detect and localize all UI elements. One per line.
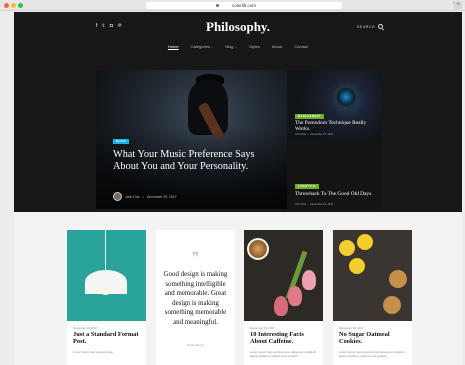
address-bar[interactable]: colorlib.com xyxy=(146,2,342,9)
post-meta: John Doe – December 27, 2017 xyxy=(295,133,334,136)
website: f 𝕥 ◘ ℗ Philosophy. SEARCH Home Categori… xyxy=(14,12,462,365)
author-name: John Doe xyxy=(295,203,307,206)
post-thumbnail-lamp[interactable] xyxy=(67,230,146,321)
camera-lens-image xyxy=(333,84,359,110)
post-excerpt: Lorem ipsum Sed eiusmod esse xyxy=(73,350,113,354)
side-post-title[interactable]: Throwback To The Good Old Days. xyxy=(295,191,377,197)
chevron-down-icon: ⌄ xyxy=(210,45,214,49)
category-badge[interactable]: MUSIC xyxy=(113,139,130,144)
search-icon xyxy=(378,24,384,29)
post-excerpt: Lorem ipsum Sed eiusmod esse aliqua sed … xyxy=(339,350,406,358)
search-button[interactable]: SEARCH xyxy=(357,24,384,29)
chevron-down-icon: ⌄ xyxy=(234,45,237,49)
new-tab-button[interactable]: + xyxy=(454,1,462,9)
tulip xyxy=(274,296,288,316)
lamp-bulb xyxy=(100,290,111,295)
post-thumbnail-coffee[interactable] xyxy=(244,230,323,321)
category-badge[interactable]: MANAGEMENT xyxy=(295,114,324,119)
site-logo[interactable]: Philosophy. xyxy=(14,19,462,35)
featured-side-post[interactable]: LIFESTYLE Throwback To The Good Old Days… xyxy=(287,140,382,209)
nav-item-home[interactable]: Home xyxy=(168,44,179,49)
post-meta: John Doe – December 21, 2017 xyxy=(295,203,334,206)
author-name[interactable]: John Doe xyxy=(125,195,140,199)
nav-item-contact[interactable]: Contact xyxy=(294,44,308,49)
nav-item-blog[interactable]: Blog⌄ xyxy=(225,44,237,49)
side-post-title[interactable]: The Pomodoro Technique Really Works. xyxy=(295,120,377,132)
browser-window: colorlib.com ↻ + f 𝕥 ◘ ℗ Philosophy. SEA… xyxy=(0,0,465,365)
post-date: December 15, 2017 xyxy=(250,326,275,330)
featured-side-post[interactable]: MANAGEMENT The Pomodoro Technique Really… xyxy=(287,70,382,140)
category-badge[interactable]: LIFESTYLE xyxy=(295,184,319,189)
post-thumbnail-cookies[interactable] xyxy=(333,230,412,321)
lamp-cord xyxy=(105,230,106,270)
post-card[interactable]: December 15, 2017 Just a Standard Format… xyxy=(67,230,146,365)
daffodil xyxy=(349,258,365,274)
post-date: December 27, 2017 xyxy=(310,133,334,136)
browser-toolbar: colorlib.com ↻ + xyxy=(0,0,465,11)
nav-item-about[interactable]: About xyxy=(272,44,282,49)
author-name: John Doe xyxy=(295,133,307,136)
nav-item-categories[interactable]: Categories⌄ xyxy=(191,44,214,49)
quote-text: Good design is making something intellig… xyxy=(163,271,228,326)
tulip xyxy=(288,286,302,306)
cookie xyxy=(383,296,401,314)
address-url: colorlib.com xyxy=(231,3,256,8)
post-card[interactable]: December 15, 2017 10 Interesting Facts A… xyxy=(244,230,323,365)
featured-main-post[interactable]: MUSIC What Your Music Preference Says Ab… xyxy=(96,70,287,209)
post-meta: John Doe • December 29, 2017 xyxy=(113,192,176,201)
lock-icon xyxy=(216,4,219,7)
close-window-button[interactable] xyxy=(4,3,9,8)
post-card[interactable]: December 10, 2017 No Sugar Oatmeal Cooki… xyxy=(333,230,412,365)
tulip xyxy=(302,270,316,290)
maximize-window-button[interactable] xyxy=(18,3,23,8)
site-header: f 𝕥 ◘ ℗ Philosophy. SEARCH Home Categori… xyxy=(14,12,462,212)
main-nav: Home Categories⌄ Blog⌄ Styles About Cont… xyxy=(14,44,462,49)
meta-separator: • xyxy=(142,194,144,199)
quote-icon: ❞ xyxy=(191,251,200,266)
search-label: SEARCH xyxy=(357,24,376,29)
post-date: December 21, 2017 xyxy=(310,203,334,206)
cookie xyxy=(389,270,407,288)
posts-grid: December 15, 2017 Just a Standard Format… xyxy=(14,212,462,365)
post-title[interactable]: No Sugar Oatmeal Cookies. xyxy=(339,331,409,345)
post-title[interactable]: Just a Standard Format Post. xyxy=(73,331,143,345)
nav-item-styles[interactable]: Styles xyxy=(249,44,260,49)
nav-item-label: Categories xyxy=(190,44,210,49)
nav-item-label: Blog xyxy=(225,44,234,49)
post-date: December 15, 2017 xyxy=(73,326,98,330)
minimize-window-button[interactable] xyxy=(11,3,16,8)
avatar xyxy=(113,192,122,201)
daffodil xyxy=(357,234,373,250)
post-date: December 29, 2017 xyxy=(146,194,177,199)
post-excerpt: Lorem ipsum Sed eiusmod esse aliqua sed … xyxy=(250,350,317,358)
coffee-cup xyxy=(247,238,269,260)
featured-title[interactable]: What Your Music Preference Says About Yo… xyxy=(113,149,273,173)
post-date: December 10, 2017 xyxy=(339,326,364,330)
quote-author: Dieter Rams xyxy=(187,343,204,347)
daffodil xyxy=(339,240,355,256)
quote-card: ❞ Good design is making something intell… xyxy=(156,230,235,365)
post-title[interactable]: 10 Interesting Facts About Caffeine. xyxy=(250,331,320,345)
